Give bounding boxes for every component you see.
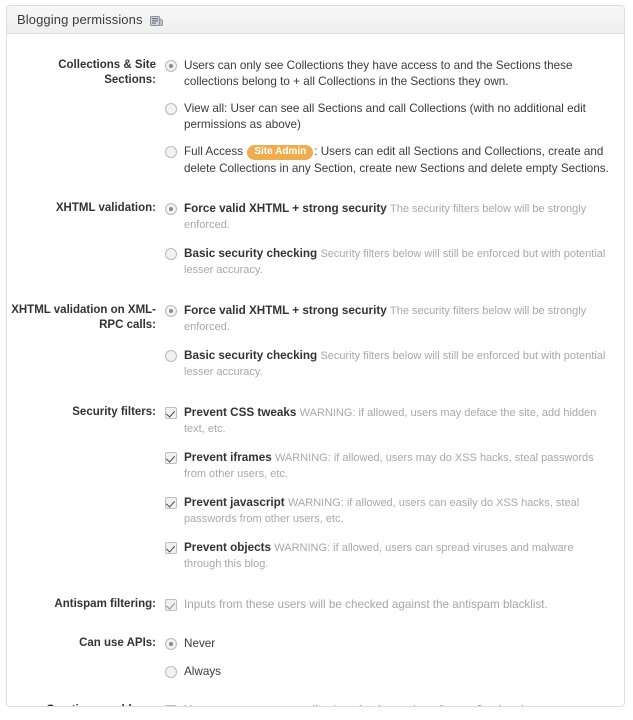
radio-option-xmlrpc-force-valid-xhtml[interactable]: Force valid XHTML + strong security The …: [165, 303, 612, 336]
radio-icon-basic-security[interactable]: [165, 247, 177, 260]
form-row-antispam: Antispam filtering: Inputs from these us…: [7, 597, 624, 617]
checkbox-icon-prevent-javascript[interactable]: [165, 496, 177, 509]
checkbox-label-prevent-javascript: Prevent javascript WARNING: if allowed, …: [177, 495, 612, 528]
radio-icon-api-always[interactable]: [165, 665, 177, 678]
radio-option-basic-security[interactable]: Basic security checking Security filters…: [165, 246, 612, 279]
checkbox-icon-prevent-css-tweaks[interactable]: [165, 406, 177, 419]
checkbox-icon-antispam: [165, 598, 177, 611]
radio-label-api-never: Never: [184, 637, 216, 650]
form-row-security-filters: Security filters: Prevent CSS tweaks WAR…: [7, 405, 624, 577]
xhtml-validation-xmlrpc-options: Force valid XHTML + strong security The …: [165, 303, 612, 385]
checkbox-label-antispam: Inputs from these users will be checked …: [184, 597, 548, 611]
basic-security-text: Basic security checking: [184, 246, 318, 260]
radio-option-api-always[interactable]: Always: [165, 664, 612, 680]
blog-page-icon[interactable]: [149, 15, 163, 27]
radio-icon-full-access[interactable]: [165, 146, 177, 158]
xmlrpc-force-valid-xhtml-text: Force valid XHTML + strong security: [184, 303, 387, 317]
prevent-iframes-text: Prevent iframes: [184, 450, 272, 464]
radio-icon-xmlrpc-basic-security[interactable]: [165, 349, 177, 362]
radio-option-access-limited[interactable]: Users can only see Collections they have…: [165, 58, 612, 89]
radio-icon-xmlrpc-force-valid-xhtml[interactable]: [165, 304, 177, 317]
radio-option-view-all[interactable]: View all: User can see all Sections and …: [165, 101, 612, 132]
checkbox-option-prevent-css-tweaks[interactable]: Prevent CSS tweaks WARNING: if allowed, …: [165, 405, 612, 438]
xhtml-validation-options: Force valid XHTML + strong security The …: [165, 201, 612, 283]
label-security-filters: Security filters:: [72, 405, 156, 418]
form-row-collections: Collections & Site Sections: Users can o…: [7, 58, 624, 181]
checkbox-option-prevent-objects[interactable]: Prevent objects WARNING: if allowed, use…: [165, 540, 612, 573]
checkbox-label-prevent-css-tweaks: Prevent CSS tweaks WARNING: if allowed, …: [177, 405, 612, 438]
form-row-creating-new-blogs: Creating new blogs: Users can create new…: [7, 703, 624, 706]
checkbox-icon-users-create-collections[interactable]: [165, 705, 177, 706]
creating-new-blogs-options: Users can create new collections for the…: [165, 703, 612, 706]
radio-label-xmlrpc-force-valid-xhtml: Force valid XHTML + strong security The …: [177, 303, 612, 336]
radio-label-basic-security: Basic security checking Security filters…: [177, 246, 612, 279]
label-antispam: Antispam filtering:: [54, 597, 156, 610]
radio-label-xmlrpc-basic-security: Basic security checking Security filters…: [177, 348, 612, 381]
force-valid-xhtml-text: Force valid XHTML + strong security: [184, 201, 387, 215]
apis-options: Never Always: [165, 636, 612, 683]
radio-option-full-access[interactable]: Full Access Site Admin: Users can edit a…: [165, 144, 612, 177]
label-xhtml-validation: XHTML validation:: [55, 201, 156, 214]
radio-option-force-valid-xhtml[interactable]: Force valid XHTML + strong security The …: [165, 201, 612, 234]
radio-icon-force-valid-xhtml[interactable]: [165, 202, 177, 215]
blogging-permissions-panel: Blogging permissions Collections & Site …: [6, 5, 625, 707]
radio-icon-access-limited[interactable]: [165, 60, 177, 72]
collections-options: Users can only see Collections they have…: [165, 58, 612, 181]
antispam-options: Inputs from these users will be checked …: [165, 597, 612, 617]
full-access-prefix: Full Access: [184, 145, 247, 158]
checkbox-option-antispam: Inputs from these users will be checked …: [165, 597, 612, 613]
prevent-javascript-text: Prevent javascript: [184, 495, 285, 509]
form-row-apis: Can use APIs: Never Always: [7, 636, 624, 683]
checkbox-label-prevent-objects: Prevent objects WARNING: if allowed, use…: [177, 540, 612, 573]
checkbox-icon-prevent-iframes[interactable]: [165, 451, 177, 464]
radio-icon-view-all[interactable]: [165, 103, 177, 115]
form-row-xhtml-validation-xmlrpc: XHTML validation on XML-RPC calls: Force…: [7, 303, 624, 385]
radio-label-api-always: Always: [184, 664, 222, 678]
radio-option-api-never[interactable]: Never: [165, 636, 612, 652]
label-xhtml-validation-xmlrpc: XHTML validation on XML-RPC calls:: [11, 303, 156, 331]
prevent-objects-text: Prevent objects: [184, 540, 272, 554]
panel-header: Blogging permissions: [7, 6, 624, 34]
radio-label-access-limited: Users can only see Collections they have…: [184, 59, 573, 88]
checkbox-icon-prevent-objects[interactable]: [165, 541, 177, 554]
page-title: Blogging permissions: [17, 12, 143, 27]
radio-label-full-access: Full Access Site Admin: Users can edit a…: [177, 144, 612, 177]
label-creating-new-blogs: Creating new blogs:: [7, 703, 165, 706]
form-row-xhtml-validation: XHTML validation: Force valid XHTML + st…: [7, 201, 624, 283]
checkbox-label-prevent-iframes: Prevent iframes WARNING: if allowed, use…: [177, 450, 612, 483]
radio-option-xmlrpc-basic-security[interactable]: Basic security checking Security filters…: [165, 348, 612, 381]
checkbox-option-users-create-collections[interactable]: Users can create new collections for the…: [165, 703, 612, 706]
radio-label-view-all: View all: User can see all Sections and …: [184, 102, 586, 131]
status-badge-site-admin: Site Admin: [247, 145, 314, 160]
prevent-css-tweaks-text: Prevent CSS tweaks: [184, 405, 297, 419]
checkbox-option-prevent-javascript[interactable]: Prevent javascript WARNING: if allowed, …: [165, 495, 612, 528]
xmlrpc-basic-security-text: Basic security checking: [184, 348, 318, 362]
radio-icon-api-never[interactable]: [165, 638, 177, 650]
radio-label-force-valid-xhtml: Force valid XHTML + strong security The …: [177, 201, 612, 234]
label-collections: Collections & Site Sections:: [58, 59, 156, 86]
checkbox-label-users-create-collections: Users can create new collections for the…: [177, 703, 612, 706]
panel-body: Collections & Site Sections: Users can o…: [7, 34, 624, 706]
security-filters-options: Prevent CSS tweaks WARNING: if allowed, …: [165, 405, 612, 577]
checkbox-option-prevent-iframes[interactable]: Prevent iframes WARNING: if allowed, use…: [165, 450, 612, 483]
label-apis: Can use APIs:: [79, 637, 156, 649]
